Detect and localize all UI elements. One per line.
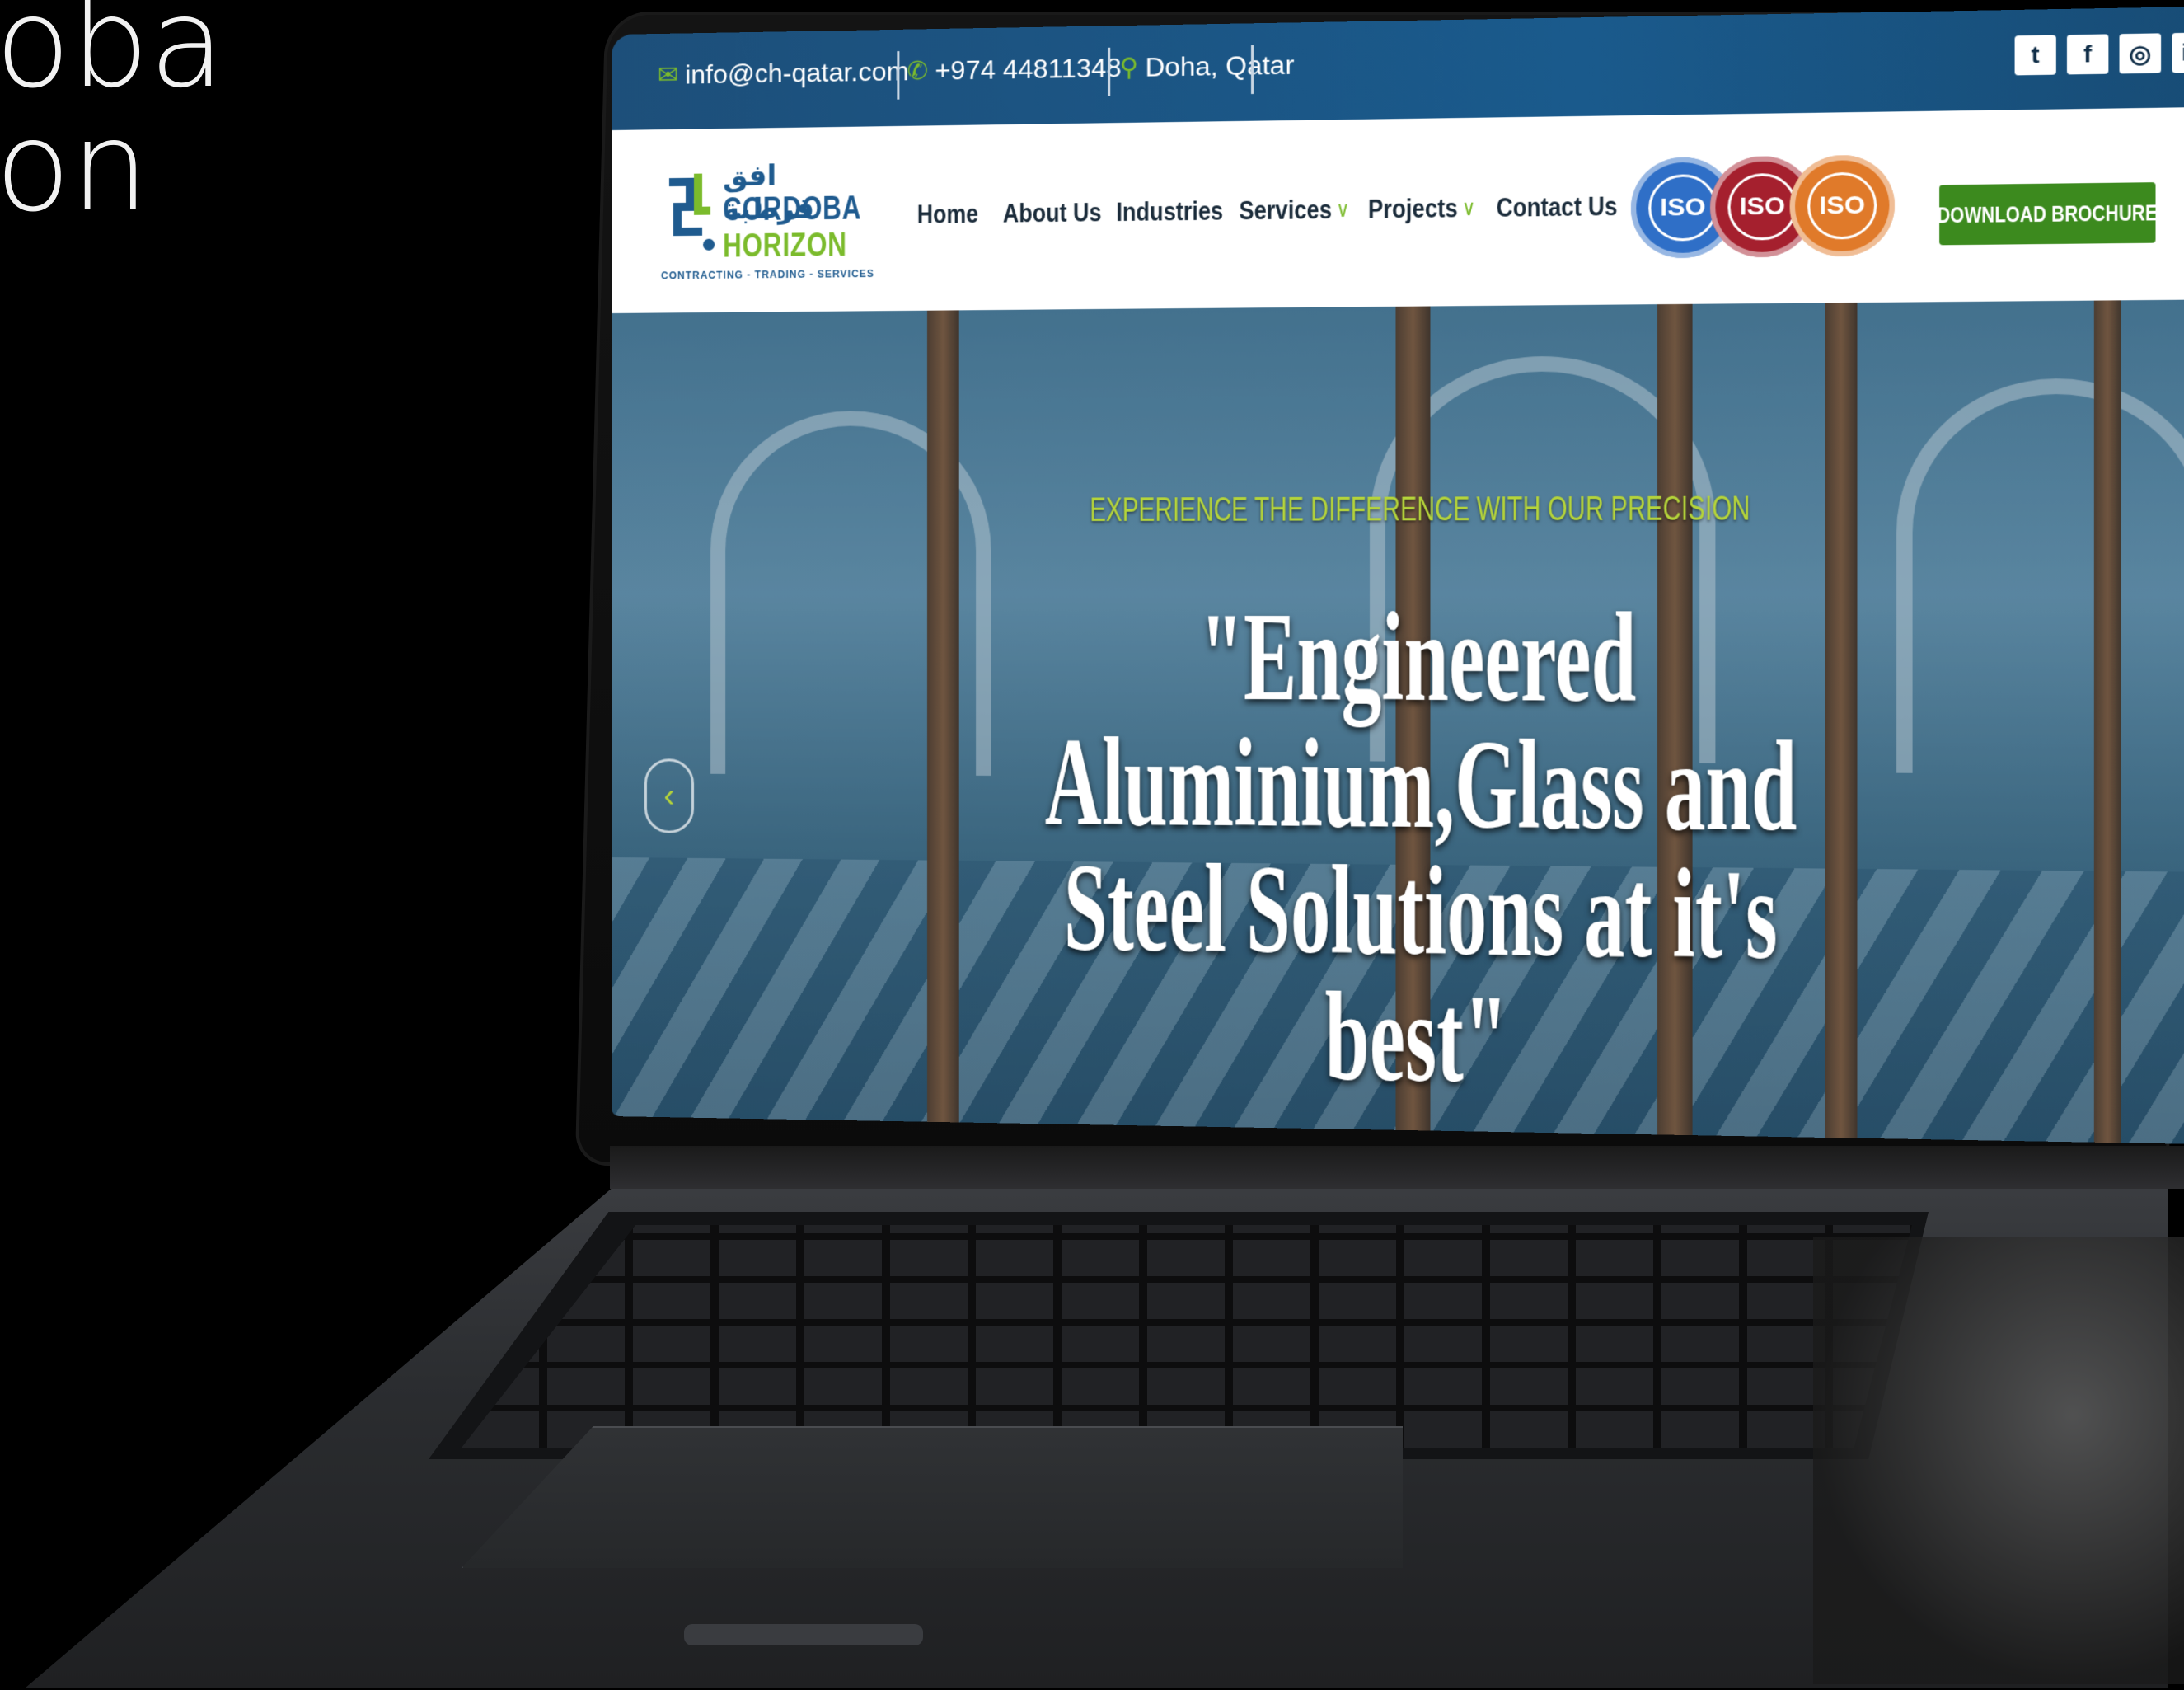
nav-industries-label: Industries [1116, 195, 1223, 228]
site-header: افق قرطبة CORDOBA HORIZON CONTRACTING - … [612, 106, 2184, 313]
facebook-icon[interactable]: f [2067, 34, 2108, 74]
trackpad [462, 1426, 1403, 1568]
divider [1251, 45, 1254, 94]
slide-title: oba on [0, 0, 225, 229]
divider [1108, 48, 1110, 96]
phone-link[interactable]: ✆ +974 44811348 [907, 53, 1122, 87]
nav-services[interactable]: Services ∨ [1239, 194, 1349, 226]
logo-cordoba: CORDOBA [723, 190, 861, 228]
linkedin-icon[interactable]: in [2172, 32, 2184, 73]
nav-contact[interactable]: Contact Us [1497, 190, 1618, 223]
nav-contact-label: Contact Us [1497, 190, 1618, 223]
nav-services-label: Services [1239, 194, 1331, 226]
company-logo[interactable]: افق قرطبة CORDOBA HORIZON CONTRACTING - … [661, 157, 835, 283]
location-pin-icon: ⚲ [1120, 53, 1139, 82]
instagram-icon[interactable]: ◎ [2120, 33, 2162, 73]
envelope-icon: ✉ [658, 61, 678, 90]
iso-badge-label: ISO [1648, 174, 1717, 242]
hero-slider: EXPERIENCE THE DIFFERENCE WITH OUR PRECI… [612, 299, 2184, 1146]
phone-text: +974 44811348 [935, 53, 1121, 87]
keyboard [462, 1225, 1912, 1448]
lid-opening-notch [684, 1624, 923, 1645]
nav-projects-label: Projects [1368, 193, 1458, 225]
chevron-left-icon: ‹ [663, 777, 674, 814]
nav-industries[interactable]: Industries [1116, 195, 1223, 228]
location-link[interactable]: ⚲ Doha, Qatar [1120, 49, 1295, 83]
download-brochure-label: DOWNLOAD BROCHURE [1938, 200, 2158, 228]
logo-tagline: CONTRACTING - TRADING - SERVICES [661, 268, 874, 282]
laptop-hinge [610, 1146, 2184, 1189]
phone-icon: ✆ [907, 57, 929, 87]
nav-home-label: Home [917, 199, 978, 230]
twitter-icon[interactable]: t [2015, 35, 2056, 75]
slide-title-line1: oba [0, 0, 225, 106]
download-brochure-button[interactable]: DOWNLOAD BROCHURE [1939, 182, 2155, 245]
chevron-down-icon: ∨ [1336, 196, 1349, 223]
hero-tagline: EXPERIENCE THE DIFFERENCE WITH OUR PRECI… [832, 489, 2022, 529]
slide-title-line2: on [0, 106, 225, 229]
iso-badge-label: ISO [1727, 173, 1797, 241]
laptop-screen: ✉ info@ch-qatar.com ✆ +974 44811348 ⚲ Do… [612, 6, 2184, 1146]
divider [897, 51, 899, 100]
hero-headline-line: "Engineered [912, 594, 1937, 723]
nav-projects[interactable]: Projects ∨ [1368, 192, 1475, 224]
logo-mark-icon [661, 165, 719, 256]
hero-headline-line: best" [912, 969, 1937, 1110]
nav-about[interactable]: About Us [1003, 197, 1102, 229]
iso-badge-icon: ISO [1790, 154, 1895, 256]
iso-badge-label: ISO [1807, 172, 1877, 240]
hero-headline-line: Steel Solutions at it's [912, 843, 1937, 981]
chevron-down-icon: ∨ [1462, 195, 1475, 221]
hero-headline: "Engineered Aluminium,Glass and Steel So… [912, 594, 1937, 1110]
nav-home[interactable]: Home [917, 199, 978, 230]
background-texture [1813, 1237, 2184, 1684]
slider-prev-button[interactable]: ‹ [644, 758, 694, 833]
logo-horizon: HORIZON [723, 227, 847, 265]
hero-headline-line: Aluminium,Glass and [912, 719, 1937, 852]
email-text: info@ch-qatar.com [685, 56, 909, 91]
email-link[interactable]: ✉ info@ch-qatar.com [658, 56, 909, 91]
location-text: Doha, Qatar [1146, 49, 1295, 83]
nav-about-label: About Us [1003, 197, 1102, 229]
